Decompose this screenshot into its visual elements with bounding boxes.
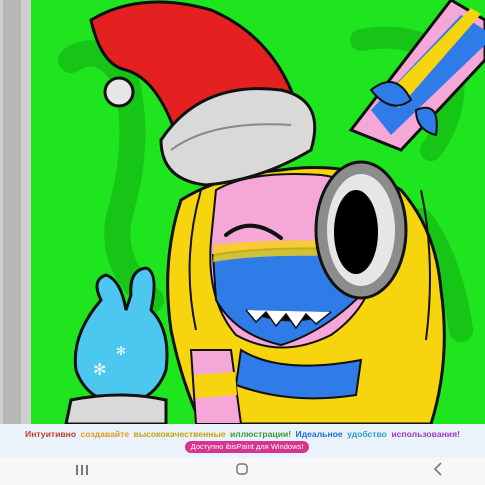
recents-button[interactable] (52, 458, 112, 485)
home-icon (235, 462, 249, 481)
promo-word: Идеальное (295, 429, 343, 439)
back-button[interactable] (408, 458, 468, 485)
artwork-canvas[interactable]: ✻ ✻ (31, 0, 485, 424)
promo-word: высококачественные (133, 429, 226, 439)
android-navigation-bar (0, 458, 485, 485)
promo-word: использования! (391, 429, 460, 439)
promo-text: Интуитивно создавайте высококачественные… (0, 429, 485, 439)
canvas-area[interactable]: ✻ ✻ (0, 0, 485, 424)
promo-word: удобство (347, 429, 387, 439)
windows-download-button[interactable]: Доступно ibisPaint для Windows! (185, 441, 309, 453)
promo-banner[interactable]: Интуитивно создавайте высококачественные… (0, 424, 485, 458)
promo-word: иллюстрации! (229, 429, 292, 439)
canvas-left-edge (0, 0, 31, 424)
svg-text:✻: ✻ (93, 360, 106, 379)
promo-word: Интуитивно (25, 429, 77, 439)
artwork-image: ✻ ✻ (31, 0, 485, 424)
promo-word: создавайте (80, 429, 130, 439)
svg-text:✻: ✻ (116, 344, 126, 358)
home-button[interactable] (212, 458, 272, 485)
recents-icon (75, 463, 89, 481)
back-icon (433, 462, 443, 481)
